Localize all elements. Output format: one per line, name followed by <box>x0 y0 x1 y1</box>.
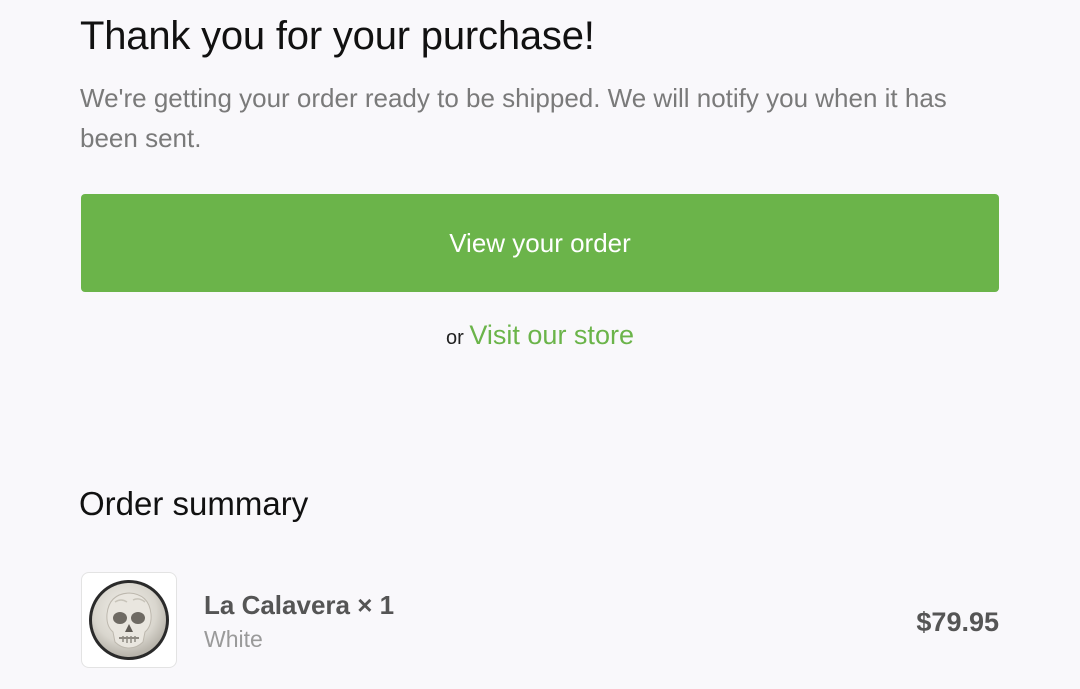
or-label: or <box>446 327 464 349</box>
product-price: $79.95 <box>916 607 999 637</box>
view-order-button[interactable]: View your order <box>81 194 999 292</box>
order-item: La Calavera × 1 White $79.95 <box>81 572 999 668</box>
confirmation-message: We're getting your order ready to be shi… <box>80 83 947 153</box>
skull-icon <box>89 580 169 660</box>
alternative-action: or Visit our store <box>0 320 1080 351</box>
order-summary-title: Order summary <box>79 485 309 522</box>
product-variant: White <box>204 626 263 652</box>
visit-store-link[interactable]: Visit our store <box>469 320 634 350</box>
product-name: La Calavera × 1 <box>204 590 395 620</box>
product-thumbnail <box>81 572 177 668</box>
page-title: Thank you for your purchase! <box>80 14 595 58</box>
order-confirmation-page: Thank you for your purchase! We're getti… <box>0 0 1080 689</box>
